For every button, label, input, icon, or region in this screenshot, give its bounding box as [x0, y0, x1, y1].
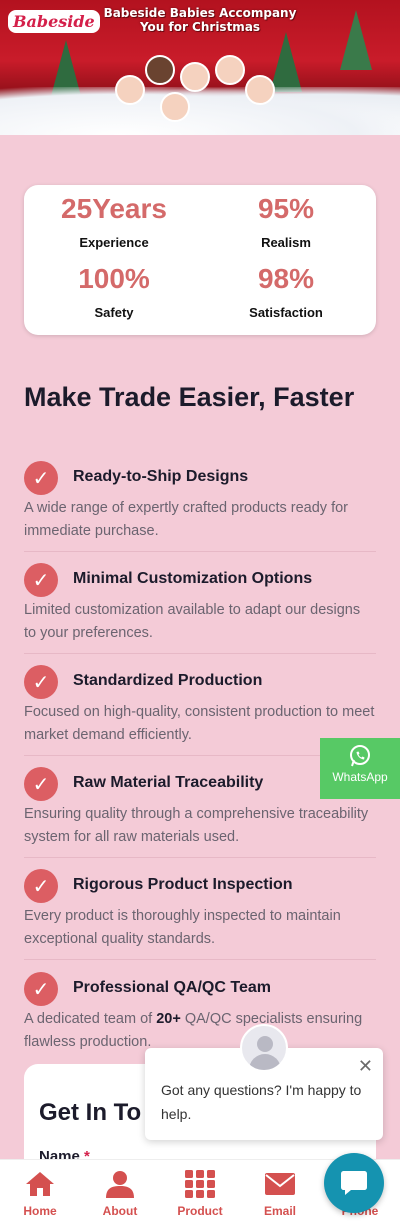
nav-about[interactable]: About — [80, 1160, 160, 1229]
avatar-head — [257, 1036, 273, 1052]
stat-satisfaction: 98% Satisfaction — [198, 263, 374, 320]
divider — [24, 857, 376, 858]
nav-label: About — [102, 1204, 138, 1218]
check-icon: ✓ — [24, 461, 58, 495]
feature-title: Professional QA/QC Team — [73, 979, 271, 996]
stat-value: 25Years — [61, 193, 167, 224]
stat-value: 98% — [257, 263, 315, 294]
stat-label: Satisfaction — [249, 305, 323, 320]
stat-label: Experience — [79, 235, 149, 250]
home-icon — [26, 1172, 54, 1196]
doll-image — [145, 55, 175, 85]
snow-decoration — [0, 87, 400, 135]
close-icon[interactable]: ✕ — [358, 1056, 373, 1077]
chat-bubble-icon — [341, 1171, 367, 1195]
section-heading: Make Trade Easier, Faster — [24, 382, 355, 412]
feature-title: Raw Material Traceability — [73, 774, 264, 791]
stats-card: 25Years Experience 95% Realism 100% Safe… — [24, 185, 376, 335]
doll-image — [115, 75, 145, 105]
banner-title-line: You for Christmas — [139, 20, 261, 34]
feature-desc-highlight: 20+ — [156, 1011, 181, 1027]
tree-decoration — [340, 10, 372, 70]
feature-desc: Every product is thoroughly inspected to… — [24, 908, 341, 947]
whatsapp-button[interactable]: WhatsApp — [320, 738, 400, 799]
check-icon: ✓ — [24, 665, 58, 699]
whatsapp-label: WhatsApp — [332, 770, 388, 784]
stat-value: 100% — [78, 263, 150, 294]
check-icon: ✓ — [24, 972, 58, 1006]
nav-label: Email — [263, 1204, 296, 1218]
user-icon — [106, 1171, 134, 1198]
feature-title: Minimal Customization Options — [73, 570, 313, 587]
divider — [24, 959, 376, 960]
contact-title: Get In To — [39, 1099, 142, 1126]
doll-image — [215, 55, 245, 85]
stat-label: Realism — [261, 235, 311, 250]
feature-desc: Ensuring quality through a comprehensive… — [24, 806, 369, 845]
nav-email[interactable]: Email — [240, 1160, 320, 1229]
christmas-banner[interactable]: Babeside Babeside Babies Accompany You f… — [0, 0, 400, 135]
nav-home[interactable]: Home — [0, 1160, 80, 1229]
stat-label: Safety — [94, 305, 134, 320]
check-icon: ✓ — [24, 563, 58, 597]
check-icon: ✓ — [24, 869, 58, 903]
feature-title: Rigorous Product Inspection — [73, 876, 293, 893]
stat-experience: 25Years Experience — [26, 193, 202, 250]
doll-image — [180, 62, 210, 92]
stat-safety: 100% Safety — [26, 263, 202, 320]
nav-label: Home — [23, 1204, 57, 1218]
chat-launcher-button[interactable] — [324, 1153, 384, 1213]
tree-decoration — [270, 32, 302, 92]
divider — [24, 653, 376, 654]
feature-title: Standardized Production — [73, 672, 263, 689]
doll-image — [245, 75, 275, 105]
feature-desc-text: A dedicated team of — [24, 1011, 157, 1027]
avatar-body — [249, 1054, 281, 1070]
chat-message: Got any questions? I'm happy to help. — [161, 1082, 362, 1122]
nav-label: Product — [177, 1204, 223, 1218]
whatsapp-icon — [350, 745, 370, 767]
feature-title: Ready-to-Ship Designs — [73, 468, 249, 485]
mail-icon — [265, 1173, 295, 1195]
feature-desc: A wide range of expertly crafted product… — [24, 500, 349, 539]
stat-realism: 95% Realism — [198, 193, 374, 250]
banner-title: Babeside Babies Accompany You for Christ… — [80, 6, 320, 34]
stat-value: 95% — [257, 193, 315, 224]
divider — [24, 551, 376, 552]
nav-product[interactable]: Product — [160, 1160, 240, 1229]
grid-icon — [185, 1170, 215, 1198]
banner-title-line: Babeside Babies Accompany — [103, 6, 297, 20]
check-icon: ✓ — [24, 767, 58, 801]
doll-image — [160, 92, 190, 122]
feature-desc: Limited customization available to adapt… — [24, 602, 361, 641]
user-avatar-icon — [240, 1024, 288, 1072]
